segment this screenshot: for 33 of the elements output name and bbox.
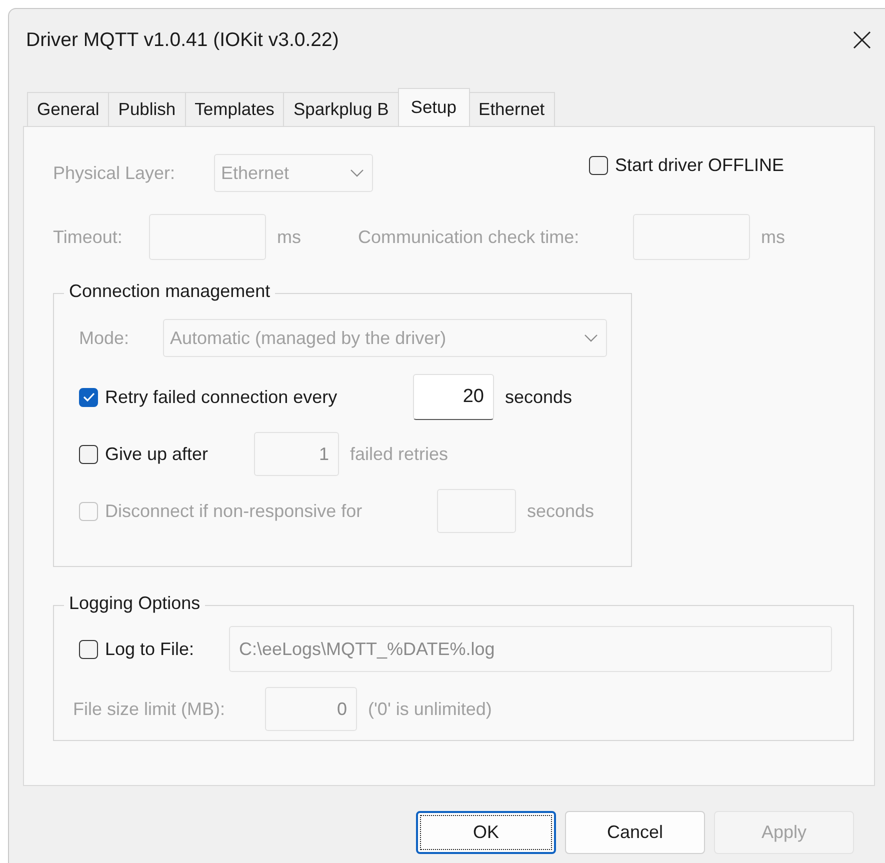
field-label: Mode:: [79, 328, 130, 348]
dialog-button[interactable]: Cancel: [565, 811, 705, 854]
group-title: Connection management: [64, 281, 276, 302]
field-label: File size limit (MB):: [73, 698, 226, 720]
tab[interactable]: Ethernet: [468, 92, 555, 126]
checkbox[interactable]: [79, 640, 98, 658]
unit-label: ms: [761, 226, 785, 248]
checkbox-label: Disconnect if non-responsive for: [105, 500, 362, 522]
unit-label: seconds: [505, 386, 572, 408]
chevron-down-icon: [350, 169, 364, 177]
tab[interactable]: General: [27, 92, 110, 126]
checkbox-label: Retry failed connection every: [105, 386, 338, 408]
field-label: Communication check time:: [358, 226, 580, 248]
group-title: Logging Options: [64, 593, 206, 614]
checkbox[interactable]: [79, 388, 98, 406]
close-button[interactable]: [851, 29, 873, 51]
checkbox[interactable]: [79, 444, 98, 464]
checkbox-label: Start driver OFFLINE: [615, 154, 784, 176]
unit-label: ms: [277, 226, 301, 248]
hint-text: ('0' is unlimited): [368, 698, 492, 720]
window-title: Driver MQTT v1.0.41 (IOKit v3.0.22): [26, 28, 340, 52]
field-label: Physical Layer:: [53, 162, 176, 184]
unit-label: seconds: [527, 500, 594, 522]
input-field[interactable]: 20: [413, 374, 494, 420]
check-icon: [82, 391, 96, 403]
field-label: Timeout:: [53, 226, 124, 248]
checkbox-label: Log to File:: [105, 638, 194, 660]
checkbox[interactable]: [589, 156, 608, 174]
tab[interactable]: Setup: [398, 88, 470, 126]
dialog-button[interactable]: OK: [416, 811, 556, 854]
unit-label: failed retries: [350, 444, 448, 464]
checkbox-label: Give up after: [105, 444, 208, 464]
chevron-down-icon: [584, 334, 598, 342]
